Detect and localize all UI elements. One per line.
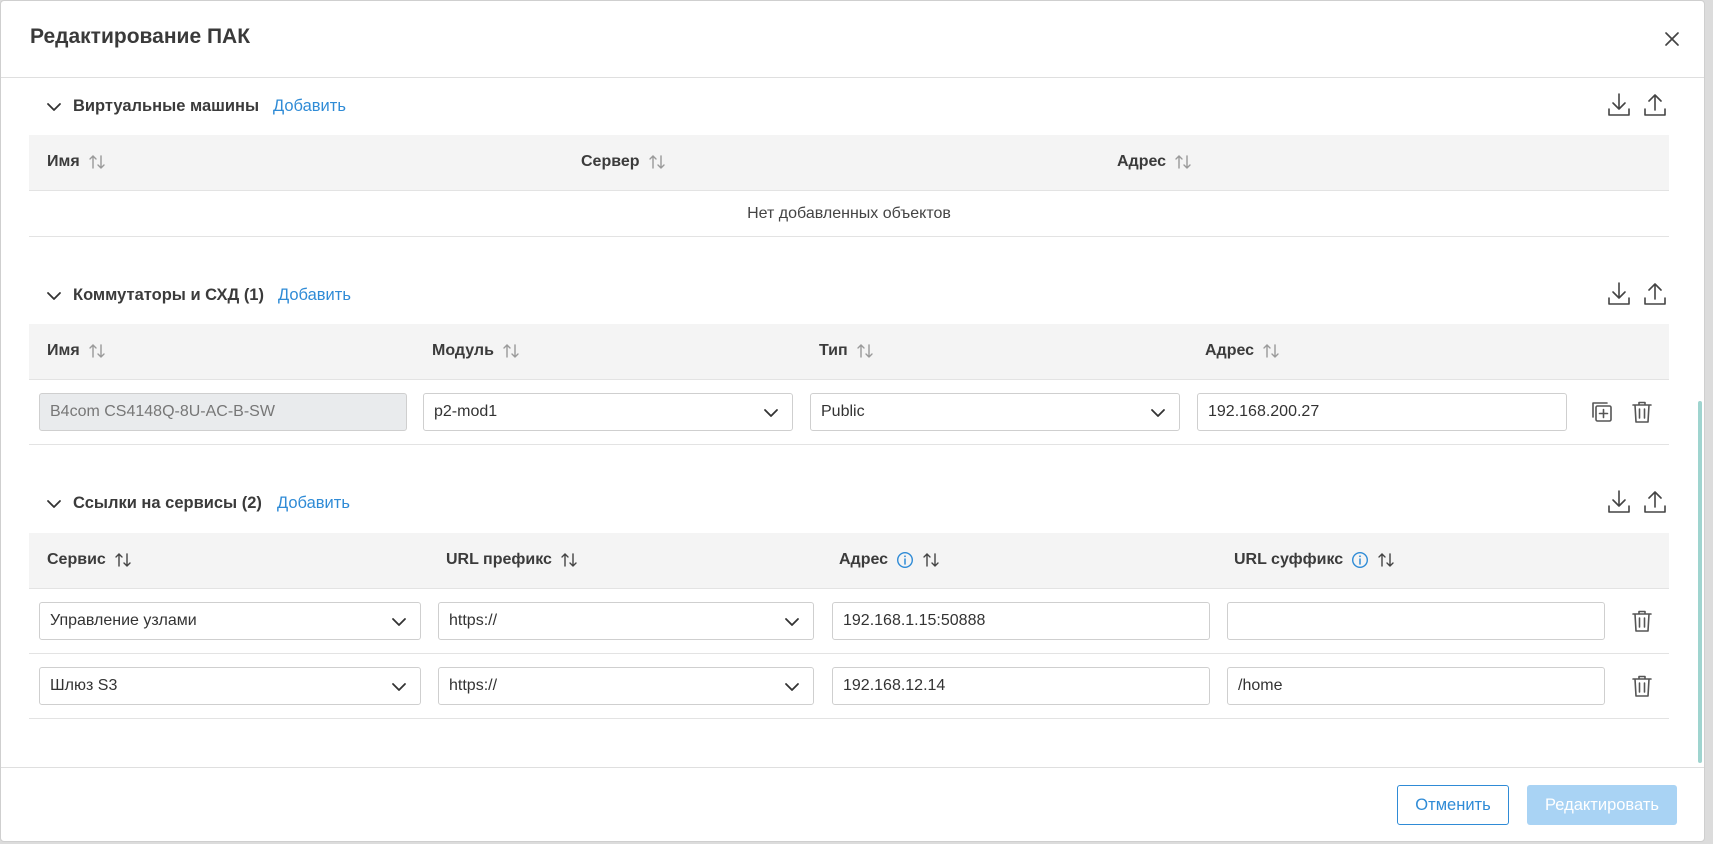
switch-module-select[interactable]: p2-mod1 bbox=[423, 393, 793, 431]
section-links-title: Ссылки на сервисы (2) bbox=[73, 494, 262, 512]
modal-header: Редактирование ПАК bbox=[1, 1, 1704, 78]
chevron-down-icon[interactable] bbox=[45, 495, 63, 513]
vm-table-header: Имя Сервер Адрес bbox=[29, 135, 1669, 191]
column-header-address[interactable]: Адрес bbox=[1117, 153, 1192, 171]
trash-icon[interactable] bbox=[1629, 399, 1655, 425]
chevron-down-icon bbox=[783, 613, 801, 631]
service-select[interactable]: Управление узлами bbox=[39, 602, 421, 640]
sort-icon[interactable] bbox=[88, 342, 106, 360]
cancel-button[interactable]: Отменить bbox=[1397, 785, 1509, 825]
download-icon[interactable] bbox=[1605, 280, 1633, 308]
chevron-down-icon bbox=[390, 613, 408, 631]
sort-icon[interactable] bbox=[114, 551, 132, 569]
service-select[interactable]: Шлюз S3 bbox=[39, 667, 421, 705]
trash-icon[interactable] bbox=[1629, 673, 1655, 699]
chevron-down-icon bbox=[783, 678, 801, 696]
sort-icon[interactable] bbox=[1174, 153, 1192, 171]
service-address-input[interactable]: 192.168.12.14 bbox=[832, 667, 1210, 705]
chevron-down-icon[interactable] bbox=[45, 98, 63, 116]
links-io-icons bbox=[1605, 488, 1669, 516]
column-header-name[interactable]: Имя bbox=[47, 153, 106, 171]
info-icon[interactable] bbox=[1351, 551, 1369, 569]
duplicate-icon[interactable] bbox=[1589, 399, 1615, 425]
column-header-url-suffix[interactable]: URL суффикс bbox=[1234, 551, 1395, 569]
section-switches-title: Коммутаторы и СХД (1) bbox=[73, 286, 264, 304]
sort-icon[interactable] bbox=[648, 153, 666, 171]
url-suffix-input[interactable] bbox=[1227, 602, 1605, 640]
column-header-address[interactable]: Адрес bbox=[1205, 342, 1280, 360]
url-prefix-select[interactable]: https:// bbox=[438, 667, 814, 705]
sort-icon[interactable] bbox=[1377, 551, 1395, 569]
sort-icon[interactable] bbox=[1262, 342, 1280, 360]
service-address-input[interactable]: 192.168.1.15:50888 bbox=[832, 602, 1210, 640]
modal-body[interactable]: Виртуальные машины Добавить Имя Сервер А… bbox=[1, 79, 1704, 767]
switches-io-icons bbox=[1605, 280, 1669, 308]
vm-empty-row: Нет добавленных объектов bbox=[29, 191, 1669, 237]
upload-icon[interactable] bbox=[1641, 280, 1669, 308]
column-header-name[interactable]: Имя bbox=[47, 342, 106, 360]
table-row: B4com CS4148Q-8U-AC-B-SW p2-mod1 Public … bbox=[29, 380, 1669, 445]
column-header-url-prefix[interactable]: URL префикс bbox=[446, 551, 578, 569]
modal-footer: Отменить Редактировать bbox=[1, 767, 1704, 843]
switch-type-select[interactable]: Public bbox=[810, 393, 1180, 431]
chevron-down-icon bbox=[390, 678, 408, 696]
close-icon bbox=[1658, 25, 1686, 53]
column-header-server[interactable]: Сервер bbox=[581, 153, 666, 171]
switch-address-input[interactable]: 192.168.200.27 bbox=[1197, 393, 1567, 431]
column-header-module[interactable]: Модуль bbox=[432, 342, 520, 360]
section-links-header: Ссылки на сервисы (2) Добавить bbox=[29, 485, 1669, 523]
column-header-type[interactable]: Тип bbox=[819, 342, 874, 360]
column-header-address[interactable]: Адрес bbox=[839, 551, 940, 569]
edit-submit-button[interactable]: Редактировать bbox=[1527, 785, 1677, 825]
url-prefix-select[interactable]: https:// bbox=[438, 602, 814, 640]
vm-add-link[interactable]: Добавить bbox=[273, 97, 346, 116]
column-header-service[interactable]: Сервис bbox=[47, 551, 132, 569]
modal-title: Редактирование ПАК bbox=[30, 25, 251, 48]
table-row: Шлюз S3 https:// 192.168.12.14 /home bbox=[29, 654, 1669, 719]
upload-icon[interactable] bbox=[1641, 91, 1669, 119]
sort-icon[interactable] bbox=[560, 551, 578, 569]
sort-icon[interactable] bbox=[856, 342, 874, 360]
sort-icon[interactable] bbox=[502, 342, 520, 360]
section-switches-header: Коммутаторы и СХД (1) Добавить bbox=[29, 277, 1669, 315]
sort-icon[interactable] bbox=[88, 153, 106, 171]
table-row: Управление узлами https:// 192.168.1.15:… bbox=[29, 589, 1669, 654]
download-icon[interactable] bbox=[1605, 91, 1633, 119]
links-table-header: Сервис URL префикс Адрес URL суффикс bbox=[29, 533, 1669, 589]
url-suffix-input[interactable]: /home bbox=[1227, 667, 1605, 705]
trash-icon[interactable] bbox=[1629, 608, 1655, 634]
switches-add-link[interactable]: Добавить bbox=[278, 286, 351, 305]
chevron-down-icon bbox=[762, 404, 780, 422]
section-vm-title: Виртуальные машины bbox=[73, 97, 260, 115]
links-add-link[interactable]: Добавить bbox=[277, 494, 350, 513]
download-icon[interactable] bbox=[1605, 488, 1633, 516]
switch-name-field: B4com CS4148Q-8U-AC-B-SW bbox=[39, 393, 407, 431]
section-vm-header: Виртуальные машины Добавить bbox=[29, 88, 1669, 126]
vm-io-icons bbox=[1605, 91, 1669, 119]
sort-icon[interactable] bbox=[922, 551, 940, 569]
upload-icon[interactable] bbox=[1641, 488, 1669, 516]
close-button[interactable] bbox=[1658, 25, 1686, 53]
chevron-down-icon bbox=[1149, 404, 1167, 422]
chevron-down-icon[interactable] bbox=[45, 287, 63, 305]
edit-pak-modal: Редактирование ПАК Виртуальные машины До… bbox=[0, 0, 1705, 842]
scrollbar[interactable] bbox=[1698, 401, 1702, 763]
info-icon[interactable] bbox=[896, 551, 914, 569]
switches-table-header: Имя Модуль Тип Адрес bbox=[29, 324, 1669, 380]
